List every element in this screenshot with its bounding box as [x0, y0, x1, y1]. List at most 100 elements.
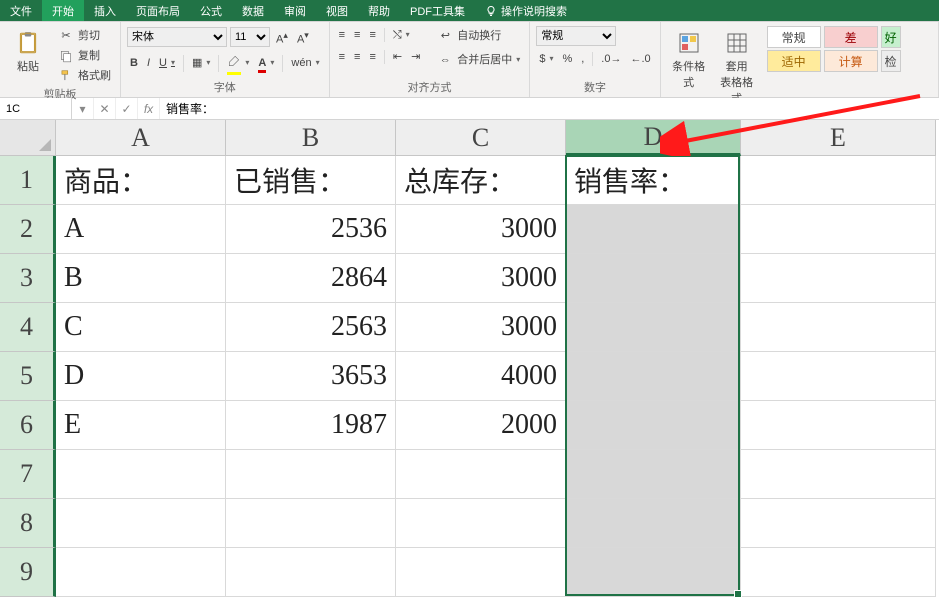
menu-page-layout[interactable]: 页面布局	[126, 0, 190, 21]
phonetic-button[interactable]: wén▾	[288, 54, 322, 72]
cell-C4[interactable]: 3000	[396, 303, 566, 352]
cell-C5[interactable]: 4000	[396, 352, 566, 401]
column-header-A[interactable]: A	[56, 120, 226, 156]
cell-E8[interactable]	[741, 499, 936, 548]
cell-D1[interactable]: 销售率：	[566, 156, 741, 205]
comma-format-button[interactable]: ,	[578, 50, 587, 68]
row-header-3[interactable]: 3	[0, 254, 56, 303]
menu-data[interactable]: 数据	[232, 0, 274, 21]
cut-button[interactable]: ✂ 剪切	[54, 26, 114, 46]
cell-D2[interactable]	[566, 205, 741, 254]
style-check[interactable]: 检	[881, 50, 901, 72]
cell-A1[interactable]: 商品：	[56, 156, 226, 205]
cell-B3[interactable]: 2864	[226, 254, 396, 303]
number-format-select[interactable]: 常规	[536, 26, 616, 46]
cell-C3[interactable]: 3000	[396, 254, 566, 303]
align-center-button[interactable]: ≡	[351, 48, 363, 66]
merge-center-button[interactable]: ⇔ 合并后居中 ▾	[433, 50, 523, 70]
cell-D9[interactable]	[566, 548, 741, 597]
cell-A9[interactable]	[56, 548, 226, 597]
row-header-7[interactable]: 7	[0, 450, 56, 499]
menu-insert[interactable]: 插入	[84, 0, 126, 21]
cell-E1[interactable]	[741, 156, 936, 205]
cell-C6[interactable]: 2000	[396, 401, 566, 450]
cell-A3[interactable]: B	[56, 254, 226, 303]
cell-D4[interactable]	[566, 303, 741, 352]
style-good[interactable]: 好	[881, 26, 901, 48]
menu-review[interactable]: 审阅	[274, 0, 316, 21]
cell-C7[interactable]	[396, 450, 566, 499]
orientation-button[interactable]: ⤭▾	[390, 26, 413, 44]
row-header-8[interactable]: 8	[0, 499, 56, 548]
cell-B7[interactable]	[226, 450, 396, 499]
cell-C1[interactable]: 总库存：	[396, 156, 566, 205]
cell-B1[interactable]: 已销售：	[226, 156, 396, 205]
bold-button[interactable]: B	[127, 54, 141, 72]
cell-B2[interactable]: 2536	[226, 205, 396, 254]
font-name-select[interactable]: 宋体	[127, 27, 227, 47]
cell-E9[interactable]	[741, 548, 936, 597]
row-header-5[interactable]: 5	[0, 352, 56, 401]
menu-pdf-tools[interactable]: PDF工具集	[400, 0, 475, 21]
italic-button[interactable]: I	[144, 54, 153, 72]
cell-A4[interactable]: C	[56, 303, 226, 352]
format-painter-button[interactable]: 格式刷	[54, 66, 114, 86]
column-header-E[interactable]: E	[741, 120, 936, 156]
style-neutral[interactable]: 适中	[767, 50, 821, 72]
insert-function-button[interactable]: fx	[138, 98, 160, 119]
cell-E2[interactable]	[741, 205, 936, 254]
name-box[interactable]	[0, 98, 72, 119]
increase-font-button[interactable]: A▴	[273, 26, 291, 49]
fill-color-button[interactable]: ▾	[224, 53, 252, 74]
worksheet-grid[interactable]: ABCDE 123456789 商品：已销售：总库存：销售率：A25363000…	[0, 120, 939, 588]
row-header-4[interactable]: 4	[0, 303, 56, 352]
column-header-D[interactable]: D	[566, 120, 741, 156]
row-header-9[interactable]: 9	[0, 548, 56, 597]
cell-D7[interactable]	[566, 450, 741, 499]
menu-view[interactable]: 视图	[316, 0, 358, 21]
cell-C2[interactable]: 3000	[396, 205, 566, 254]
menu-help[interactable]: 帮助	[358, 0, 400, 21]
accounting-format-button[interactable]: $▾	[536, 50, 556, 68]
align-left-button[interactable]: ≡	[336, 48, 348, 66]
menu-file[interactable]: 文件	[0, 0, 42, 21]
cell-E5[interactable]	[741, 352, 936, 401]
cell-E7[interactable]	[741, 450, 936, 499]
cell-C8[interactable]	[396, 499, 566, 548]
align-top-button[interactable]: ≡	[336, 26, 348, 44]
cell-D3[interactable]	[566, 254, 741, 303]
wrap-text-button[interactable]: ↩ 自动换行	[433, 26, 523, 46]
column-header-C[interactable]: C	[396, 120, 566, 156]
cell-B8[interactable]	[226, 499, 396, 548]
cell-B9[interactable]	[226, 548, 396, 597]
cell-B6[interactable]: 1987	[226, 401, 396, 450]
align-middle-button[interactable]: ≡	[351, 26, 363, 44]
align-right-button[interactable]: ≡	[366, 48, 378, 66]
cell-E3[interactable]	[741, 254, 936, 303]
menu-home[interactable]: 开始	[42, 0, 84, 21]
decrease-font-button[interactable]: A▾	[294, 26, 312, 49]
row-header-2[interactable]: 2	[0, 205, 56, 254]
cell-B5[interactable]: 3653	[226, 352, 396, 401]
underline-button[interactable]: U▾	[156, 54, 178, 72]
increase-decimal-button[interactable]: .0→	[598, 50, 624, 68]
align-bottom-button[interactable]: ≡	[366, 26, 378, 44]
row-header-6[interactable]: 6	[0, 401, 56, 450]
menu-formulas[interactable]: 公式	[190, 0, 232, 21]
enter-formula-button[interactable]: ✓	[116, 98, 138, 119]
font-size-select[interactable]: 11	[230, 27, 270, 47]
copy-button[interactable]: 复制	[54, 46, 114, 66]
decrease-indent-button[interactable]: ⇤	[390, 48, 405, 66]
border-button[interactable]: ▦▾	[189, 54, 213, 72]
style-bad[interactable]: 差	[824, 26, 878, 48]
cell-B4[interactable]: 2563	[226, 303, 396, 352]
column-header-B[interactable]: B	[226, 120, 396, 156]
paste-button[interactable]: 粘贴	[6, 26, 50, 78]
increase-indent-button[interactable]: ⇥	[408, 48, 423, 66]
row-header-1[interactable]: 1	[0, 156, 56, 205]
cell-D5[interactable]	[566, 352, 741, 401]
percent-format-button[interactable]: %	[559, 50, 575, 68]
font-color-button[interactable]: A▾	[255, 54, 277, 72]
cell-E6[interactable]	[741, 401, 936, 450]
cell-A5[interactable]: D	[56, 352, 226, 401]
